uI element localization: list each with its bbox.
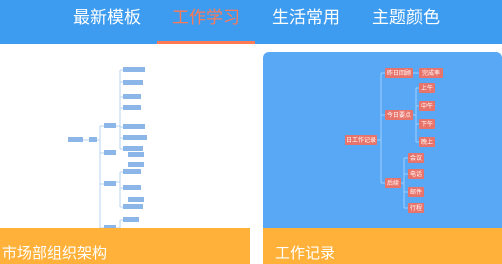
mindmap-leaf: 下午 xyxy=(421,120,433,128)
card-title: 工作记录 xyxy=(263,228,502,264)
mindmap-branch: 后续 xyxy=(387,179,399,187)
tab-theme-colors[interactable]: 主题颜色 xyxy=(371,0,441,44)
mindmap-leaf: 中午 xyxy=(421,102,433,110)
tab-label: 最新模板 xyxy=(73,8,141,28)
tab-bar: 最新模板 工作学习 生活常用 主题颜色 xyxy=(0,0,502,44)
mindmap-branch: 今日要点 xyxy=(387,111,411,119)
mindmap-leaf: 邮件 xyxy=(410,188,422,196)
work-log-thumbnail: 日工作记录 昨日回顾 完成率 今日要点 上午 中午 下午 晚上 后续 会议 电话… xyxy=(345,68,443,213)
active-tab-underline xyxy=(157,41,255,44)
template-card-work-log[interactable]: 日工作记录 昨日回顾 完成率 今日要点 上午 中午 下午 晚上 后续 会议 电话… xyxy=(263,52,502,264)
mindmap-leaf: 晚上 xyxy=(421,138,433,146)
tab-latest-templates[interactable]: 最新模板 xyxy=(72,0,142,44)
mindmap-leaf: 完成率 xyxy=(422,69,440,77)
tab-label: 主题颜色 xyxy=(372,8,440,28)
tab-label: 工作学习 xyxy=(172,8,240,28)
tab-label: 生活常用 xyxy=(272,8,340,28)
org-chart-thumbnail xyxy=(68,67,147,228)
mindmap-branch: 昨日回顾 xyxy=(387,69,411,77)
template-card-org-chart[interactable]: 市场部组织架构 xyxy=(0,52,250,264)
mindmap-leaf: 行程 xyxy=(410,204,422,212)
card-title: 市场部组织架构 xyxy=(0,228,250,264)
mindmap-leaf: 电话 xyxy=(410,170,422,178)
mindmap-leaf: 会议 xyxy=(410,154,422,162)
mindmap-root: 日工作记录 xyxy=(346,136,376,144)
tab-work-study[interactable]: 工作学习 xyxy=(157,0,255,44)
tab-life-common[interactable]: 生活常用 xyxy=(271,0,341,44)
mindmap-leaf: 上午 xyxy=(421,84,433,92)
